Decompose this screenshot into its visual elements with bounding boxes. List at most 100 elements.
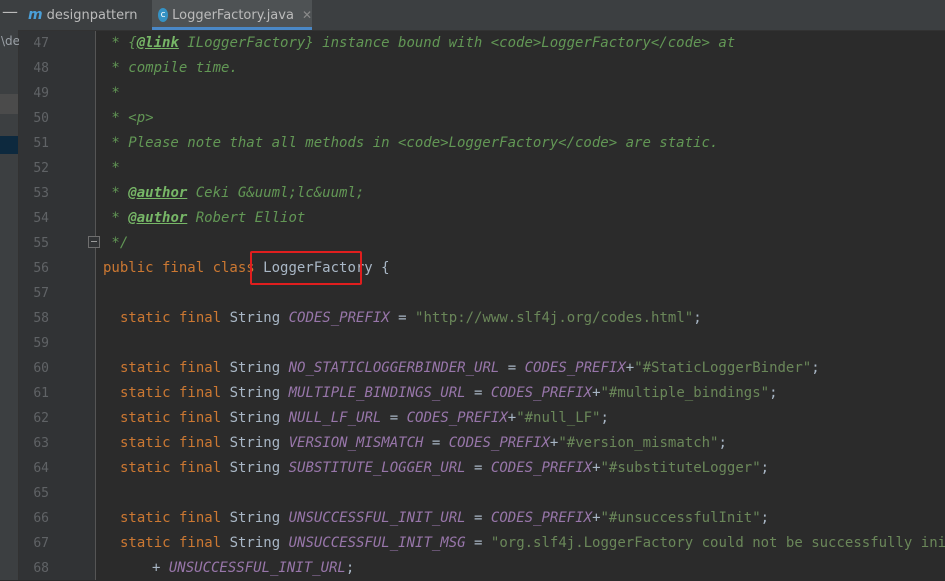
code-line-63: static final String VERSION_MISMATCH = C…: [120, 431, 727, 456]
operator: =: [465, 510, 491, 526]
operator: +: [592, 385, 601, 401]
javadoc-tag: @link: [136, 35, 179, 51]
code-editor[interactable]: * {@link ILoggerFactory} instance bound …: [96, 31, 945, 580]
line-number: 62: [33, 411, 49, 426]
code-line-66: static final String UNSUCCESSFUL_INIT_UR…: [120, 506, 769, 531]
operator: +: [625, 360, 635, 376]
code-line-50: * <p>: [103, 110, 154, 126]
code-line-64: static final String SUBSTITUTE_LOGGER_UR…: [120, 456, 769, 481]
string: "#StaticLoggerBinder": [634, 360, 812, 376]
operator: +: [507, 410, 517, 426]
keyword: static final: [120, 460, 230, 476]
type: String: [229, 385, 289, 401]
keyword: static final: [120, 535, 230, 551]
operator: =: [423, 435, 449, 451]
string: "#multiple_bindings": [600, 385, 770, 401]
string: "#version_mismatch": [558, 435, 719, 451]
line-number: 67: [33, 536, 49, 551]
string: "#unsuccessfulInit": [600, 510, 761, 526]
constant: CODES_PREFIX: [524, 360, 626, 376]
operator: +: [592, 510, 601, 526]
operator: =: [465, 385, 491, 401]
line-number-gutter: 47 48 49 50 51 52 53 54 55 56 57 58 59 6…: [19, 31, 96, 580]
semicolon: ;: [769, 385, 778, 401]
line-number: 68: [33, 561, 49, 576]
line-number: 54: [33, 211, 49, 226]
line-number: 63: [33, 436, 49, 451]
keyword: static final: [120, 360, 230, 376]
line-number: 59: [33, 336, 49, 351]
code-line-68: + UNSUCCESSFUL_INIT_URL;: [152, 556, 354, 581]
code-line-48: * compile time.: [103, 60, 238, 76]
semicolon: ;: [760, 460, 770, 476]
constant: UNSUCCESSFUL_INIT_URL: [288, 510, 466, 526]
type: String: [229, 460, 289, 476]
tree-selection: [0, 94, 18, 114]
module-icon: m: [28, 7, 43, 23]
line-number: 60: [33, 361, 49, 376]
operator: =: [465, 535, 491, 551]
constant: SUBSTITUTE_LOGGER_URL: [288, 460, 466, 476]
semicolon: ;: [811, 360, 820, 376]
operator: =: [389, 310, 416, 326]
constant: CODES_PREFIX: [490, 460, 593, 476]
code-line-55: */: [103, 235, 129, 251]
operator: +: [152, 560, 169, 576]
line-number: 57: [33, 286, 49, 301]
line-number: 52: [33, 161, 49, 176]
line-number: 56: [33, 261, 49, 276]
close-tab-icon[interactable]: ✕: [302, 8, 312, 22]
comment-text: *: [103, 185, 129, 201]
comment-text: Robert Elliot: [187, 210, 306, 226]
string: "org.slf4j.LoggerFactory could not be su…: [490, 535, 945, 551]
collapse-icon[interactable]: —: [2, 2, 18, 21]
constant: NULL_LF_URL: [288, 410, 382, 426]
keyword: static final: [120, 385, 230, 401]
tab-label: LoggerFactory.java: [172, 7, 294, 23]
type: String: [229, 360, 289, 376]
project-panel-strip: — \de: [0, 0, 21, 580]
comment-text: * {: [103, 35, 137, 51]
constant: MULTIPLE_BINDINGS_URL: [288, 385, 466, 401]
code-line-62: static final String NULL_LF_URL = CODES_…: [120, 406, 609, 431]
type: String: [229, 310, 289, 326]
tree-selection-active: [0, 136, 18, 154]
line-number: 64: [33, 461, 49, 476]
string: "#substituteLogger": [600, 460, 761, 476]
tab-label: designpattern: [46, 7, 138, 23]
code-line-52: *: [103, 160, 120, 176]
constant: UNSUCCESSFUL_INIT_URL: [168, 560, 346, 576]
comment-text: *: [103, 210, 129, 226]
string: "#null_LF": [516, 410, 601, 426]
line-number: 49: [33, 86, 49, 101]
semicolon: ;: [600, 410, 609, 426]
editor-tab-bar: m designpattern c LoggerFactory.java ✕: [18, 0, 945, 31]
type: String: [229, 510, 289, 526]
constant: CODES_PREFIX: [406, 410, 508, 426]
comment-text: Ceki G&uuml;lc&uuml;: [187, 185, 365, 201]
operator: =: [499, 360, 525, 376]
operator: =: [465, 460, 491, 476]
code-line-54: * @author Robert Elliot: [103, 206, 305, 231]
javadoc-tag: @author: [128, 185, 188, 201]
code-line-67: static final String UNSUCCESSFUL_INIT_MS…: [120, 531, 945, 556]
keyword: static final: [120, 435, 230, 451]
line-number: 48: [33, 61, 49, 76]
code-line-60: static final String NO_STATICLOGGERBINDE…: [120, 356, 820, 381]
semicolon: ;: [345, 560, 355, 576]
code-line-58: static final String CODES_PREFIX = "http…: [120, 306, 702, 331]
type: String: [229, 535, 289, 551]
code-line-53: * @author Ceki G&uuml;lc&uuml;: [103, 181, 364, 206]
tab-designpattern[interactable]: m designpattern: [22, 0, 150, 30]
tab-loggerfactory-java[interactable]: c LoggerFactory.java ✕: [152, 0, 312, 30]
line-number: 47: [33, 36, 49, 51]
type: String: [229, 435, 289, 451]
line-number: 61: [33, 386, 49, 401]
constant: CODES_PREFIX: [288, 310, 390, 326]
operator: +: [592, 460, 601, 476]
constant: CODES_PREFIX: [490, 510, 593, 526]
brace: {: [372, 260, 390, 276]
project-path-fragment: \de: [1, 34, 21, 48]
semicolon: ;: [718, 435, 727, 451]
type: String: [229, 410, 289, 426]
